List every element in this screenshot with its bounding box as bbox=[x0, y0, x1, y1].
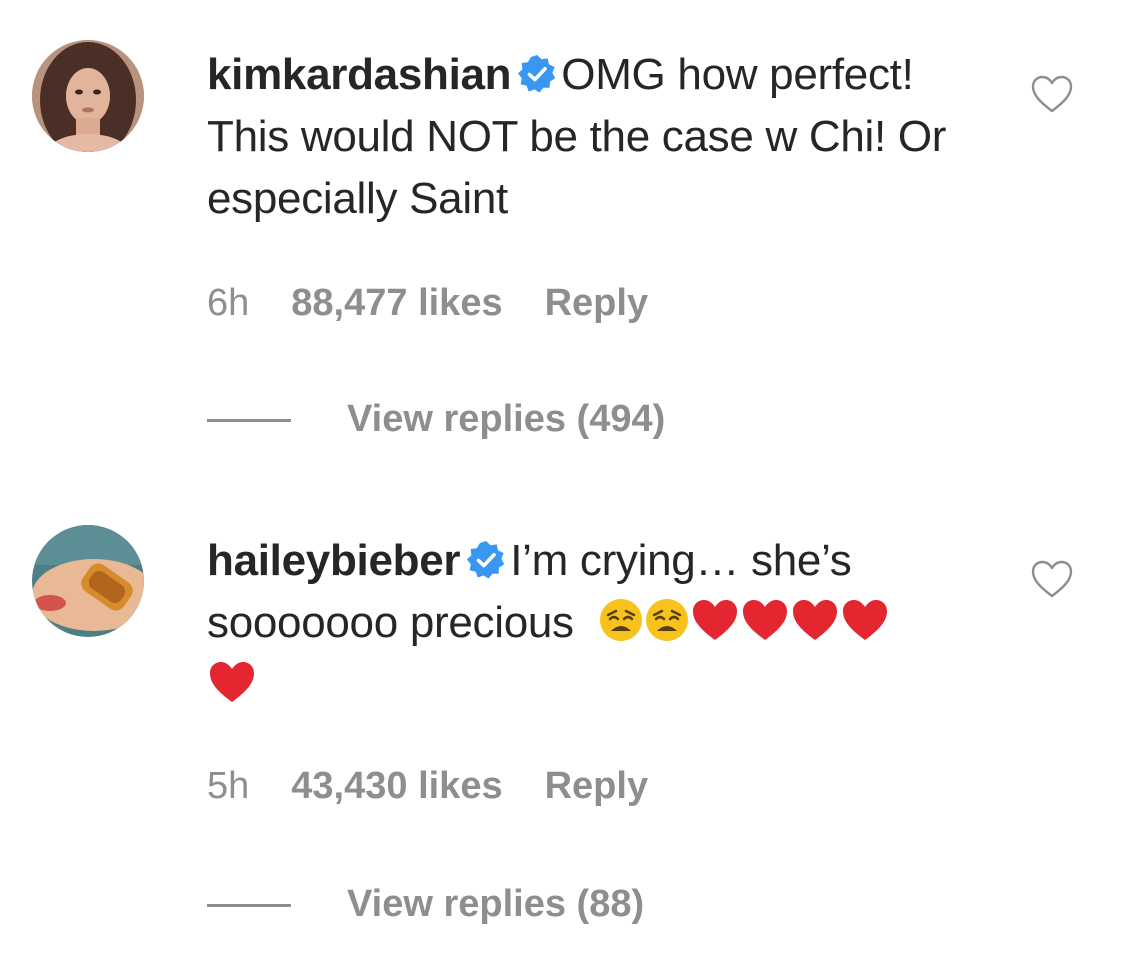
red-heart-emoji-icon bbox=[210, 662, 254, 702]
view-replies-button[interactable]: View replies (494) bbox=[207, 398, 665, 441]
verified-badge-icon bbox=[467, 541, 505, 579]
comment-haileybieber: haileybieber I’m crying… she’s sooooooo … bbox=[0, 480, 1122, 966]
comment-text-rest: sooooooo precious bbox=[207, 598, 574, 647]
comment-meta: 6h 88,477 likes Reply bbox=[207, 282, 690, 325]
comment-meta: 5h 43,430 likes Reply bbox=[207, 765, 690, 808]
avatar-haileybieber[interactable] bbox=[32, 525, 144, 637]
reply-button[interactable]: Reply bbox=[545, 765, 648, 807]
red-heart-emoji-icon bbox=[792, 600, 837, 640]
comment-kimkardashian: kimkardashian OMG how perfect! This woul… bbox=[0, 0, 1122, 480]
reply-button[interactable]: Reply bbox=[545, 282, 648, 324]
avatar-image bbox=[32, 525, 144, 637]
replies-divider bbox=[207, 419, 291, 423]
view-replies-label: View replies (494) bbox=[347, 398, 666, 440]
verified-badge-icon bbox=[518, 55, 556, 93]
comment-timestamp: 5h bbox=[207, 765, 250, 807]
avatar-image bbox=[32, 40, 144, 152]
like-heart-icon[interactable] bbox=[1030, 74, 1074, 114]
view-replies-button[interactable]: View replies (88) bbox=[207, 883, 644, 926]
comment-text-first: OMG how bbox=[561, 50, 758, 99]
username-link[interactable]: haileybieber bbox=[207, 536, 460, 585]
replies-divider bbox=[207, 904, 291, 908]
red-heart-emoji-icon bbox=[742, 600, 787, 640]
likes-count[interactable]: 43,430 likes bbox=[291, 765, 502, 807]
comment-body: kimkardashian OMG how perfect! This woul… bbox=[207, 44, 997, 230]
red-heart-emoji-icon bbox=[692, 600, 737, 640]
username-link[interactable]: kimkardashian bbox=[207, 50, 512, 99]
likes-count[interactable]: 88,477 likes bbox=[291, 282, 502, 324]
comment-text-first: I’m crying… she’s bbox=[510, 536, 852, 585]
comment-timestamp: 6h bbox=[207, 282, 250, 324]
comment-text-line-2: sooooooo precious bbox=[207, 598, 890, 647]
avatar-kimkardashian[interactable] bbox=[32, 40, 144, 152]
view-replies-label: View replies (88) bbox=[347, 883, 645, 925]
weary-face-emoji-icon bbox=[599, 599, 642, 641]
comment-body: haileybieber I’m crying… she’s sooooooo … bbox=[207, 530, 997, 716]
like-heart-icon[interactable] bbox=[1030, 559, 1074, 599]
red-heart-emoji-icon bbox=[842, 600, 887, 640]
weary-face-emoji-icon bbox=[645, 599, 688, 641]
